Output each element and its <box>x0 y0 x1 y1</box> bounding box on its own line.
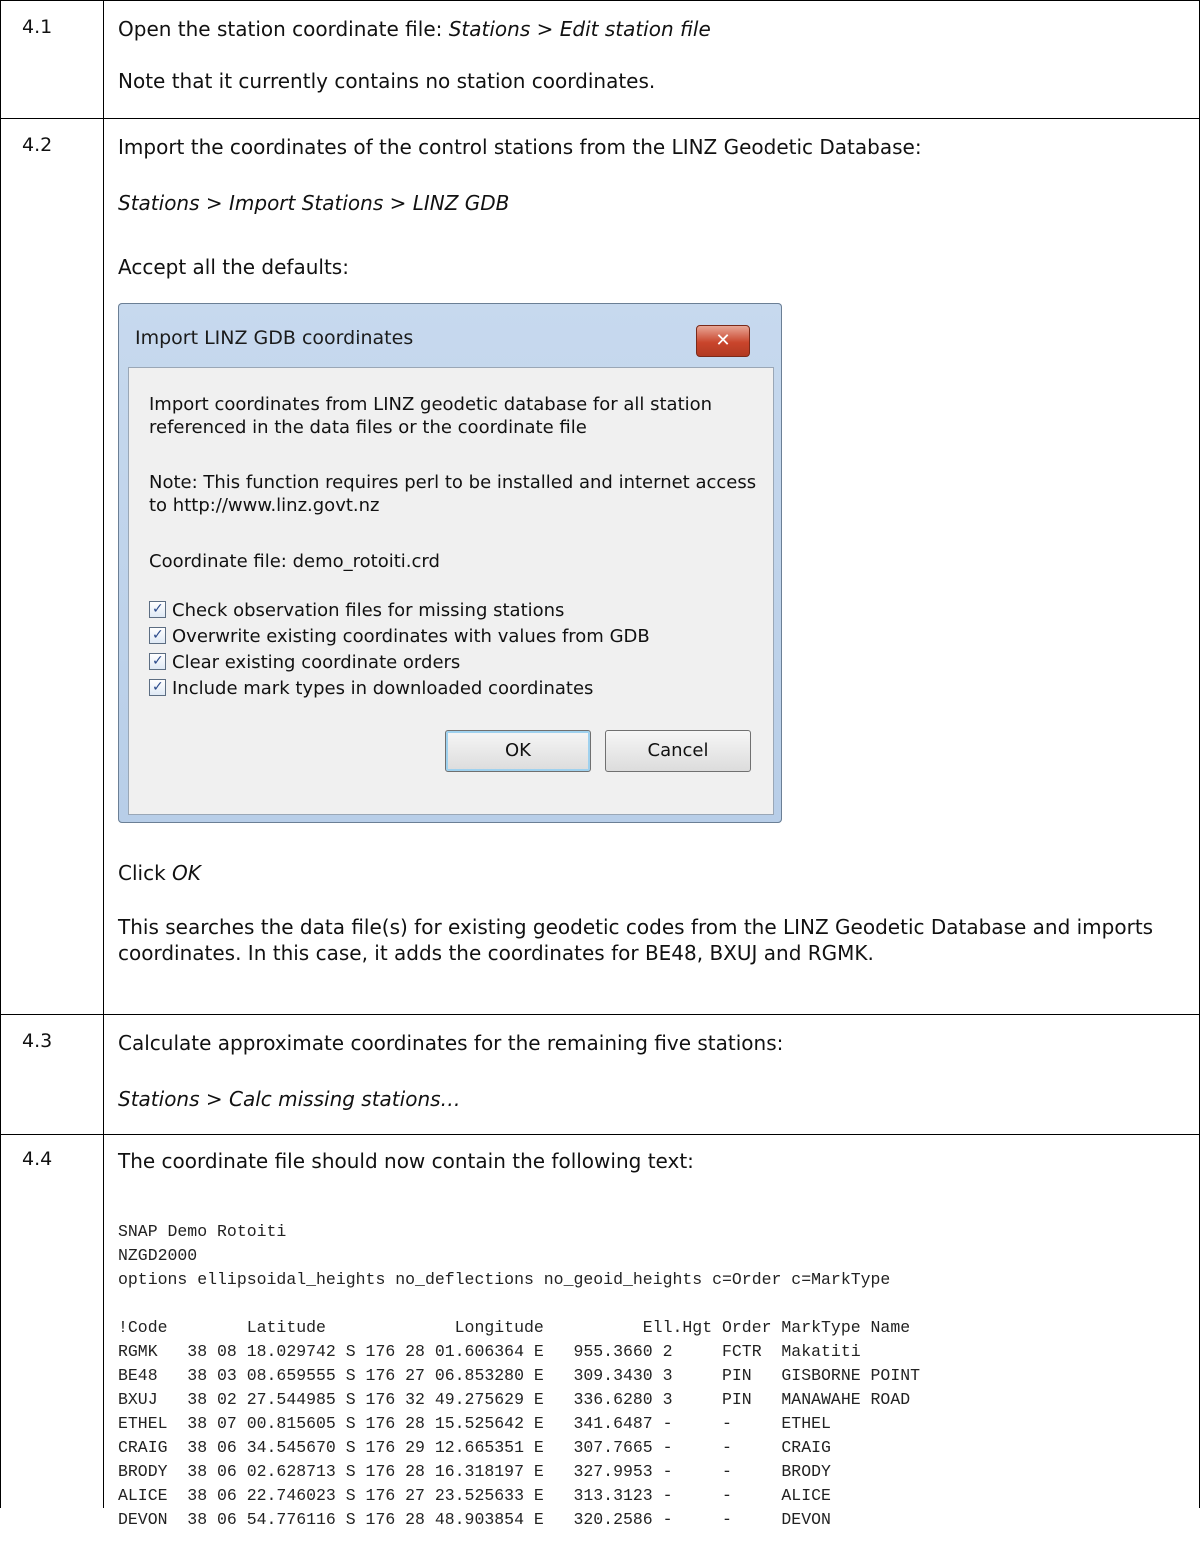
click-ok-instruction: Click OK <box>118 860 201 886</box>
menu-path: Stations > Import Stations > LINZ GDB <box>118 191 510 215</box>
click-prefix: Click <box>118 861 173 885</box>
step-note: Note that it currently contains no stati… <box>118 69 656 93</box>
menu-path: Stations > Edit station file <box>448 17 711 41</box>
coordinate-file-label: Coordinate file: demo_rotoiti.crd <box>149 551 440 572</box>
step-text-plain: Open the station coordinate file: <box>118 17 449 41</box>
listing-row: CRAIG 38 06 34.545670 S 176 29 12.665351… <box>118 1438 831 1457</box>
listing-row: RGMK 38 08 18.029742 S 176 28 01.606364 … <box>118 1342 861 1361</box>
step-content-4-1: Open the station coordinate file: Statio… <box>118 16 711 94</box>
checkbox-label: Include mark types in downloaded coordin… <box>172 678 594 699</box>
listing-row: ALICE 38 06 22.746023 S 176 27 23.525633… <box>118 1486 831 1505</box>
checkbox-label: Clear existing coordinate orders <box>172 652 461 673</box>
listing-row: ETHEL 38 07 00.815605 S 176 28 15.525642… <box>118 1414 831 1433</box>
step-number: 4.4 <box>22 1148 53 1170</box>
dialog-description: Import coordinates from LINZ geodetic da… <box>149 394 713 438</box>
menu-path: Stations > Calc missing stations… <box>118 1087 461 1111</box>
checkbox-checked-icon <box>149 624 166 646</box>
listing-row: BRODY 38 06 02.628713 S 176 28 16.318197… <box>118 1462 831 1481</box>
coordinate-file-listing: SNAP Demo Rotoiti NZGD2000 options ellipso… <box>118 1196 920 1556</box>
step-number: 4.2 <box>22 134 53 156</box>
listing-row: BE48 38 03 08.659555 S 176 27 06.853280 … <box>118 1366 921 1385</box>
dialog-body: Import coordinates from LINZ geodetic da… <box>128 367 774 815</box>
listing-row: DEVON 38 06 54.776116 S 176 28 48.903854… <box>118 1510 831 1529</box>
row-divider <box>0 118 1200 119</box>
row-divider <box>0 1014 1200 1015</box>
step-text: Open the station coordinate file: Statio… <box>118 16 711 42</box>
listing-header-line: SNAP Demo Rotoiti <box>118 1222 287 1241</box>
listing-column-header: !Code Latitude Longitude Ell.Hgt Order M… <box>118 1318 911 1337</box>
step-intro: Import the coordinates of the control st… <box>118 135 922 159</box>
cancel-button[interactable]: Cancel <box>605 730 751 772</box>
listing-row: BXUJ 38 02 27.544985 S 176 32 49.275629 … <box>118 1390 911 1409</box>
step-accept-text: Accept all the defaults: <box>118 255 349 279</box>
step-number: 4.1 <box>22 16 53 38</box>
table-top-border <box>0 0 1200 1</box>
clear-coordinate-orders-checkbox[interactable]: Clear existing coordinate orders <box>149 650 461 674</box>
ok-button[interactable]: OK <box>445 730 591 772</box>
row-divider <box>0 1134 1200 1135</box>
table-column-divider <box>103 0 104 1508</box>
close-icon[interactable]: ✕ <box>696 325 750 357</box>
step-intro: The coordinate file should now contain t… <box>118 1149 694 1173</box>
step-result-text: This searches the data file(s) for exist… <box>118 915 1154 965</box>
dialog-title: Import LINZ GDB coordinates <box>135 327 414 349</box>
checkbox-label: Overwrite existing coordinates with valu… <box>172 626 650 647</box>
table-border-left <box>0 0 1 1508</box>
checkbox-checked-icon <box>149 650 166 672</box>
checkbox-label: Check observation files for missing stat… <box>172 600 565 621</box>
import-linz-gdb-dialog: Import LINZ GDB coordinates ✕ Import coo… <box>118 303 782 823</box>
dialog-note: Note: This function requires perl to be … <box>149 472 757 516</box>
step-number: 4.3 <box>22 1030 53 1052</box>
click-target: OK <box>172 861 201 885</box>
overwrite-coordinates-checkbox[interactable]: Overwrite existing coordinates with valu… <box>149 624 650 648</box>
step-intro: Calculate approximate coordinates for th… <box>118 1031 784 1055</box>
listing-blank-line <box>118 1292 920 1316</box>
checkbox-checked-icon <box>149 598 166 620</box>
check-observation-files-checkbox[interactable]: Check observation files for missing stat… <box>149 598 565 622</box>
include-mark-types-checkbox[interactable]: Include mark types in downloaded coordin… <box>149 676 594 700</box>
listing-header-line: options ellipsoidal_heights no_deflectio… <box>118 1270 891 1289</box>
listing-header-line: NZGD2000 <box>118 1246 198 1265</box>
checkbox-checked-icon <box>149 676 166 698</box>
